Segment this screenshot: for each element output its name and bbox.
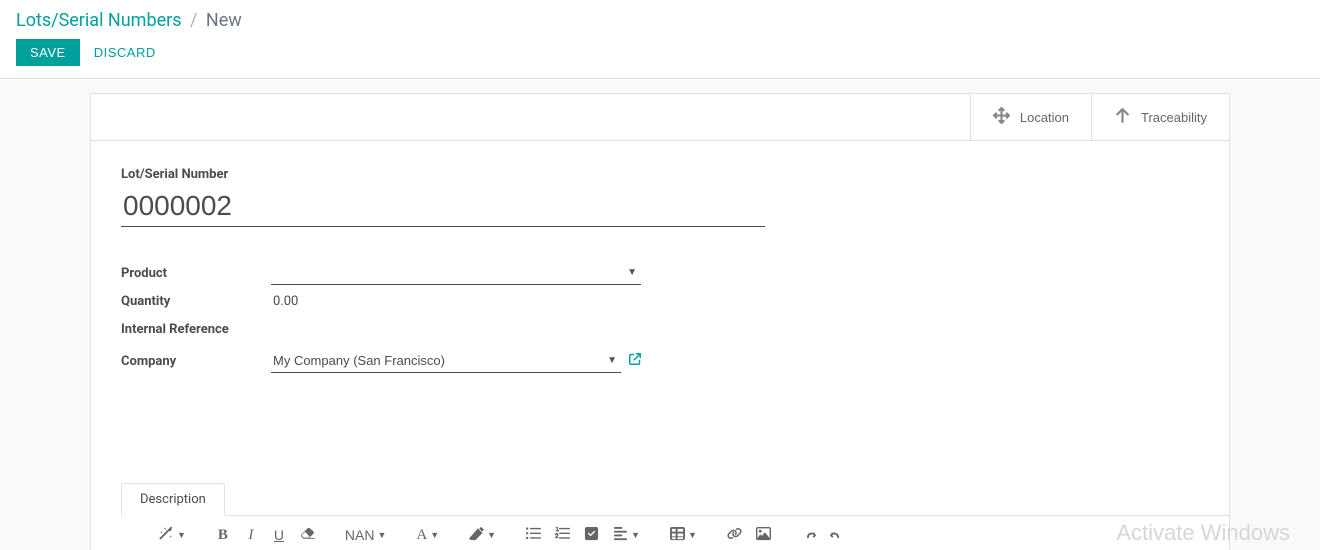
list-ul-icon	[526, 526, 541, 544]
font-a-icon: A	[416, 527, 427, 544]
internal-ref-label: Internal Reference	[121, 322, 271, 337]
tabs: Description ▼ B I U NAN ▼	[91, 483, 1229, 550]
highlight-icon	[469, 526, 484, 544]
link-button[interactable]	[723, 524, 746, 546]
breadcrumb-separator: /	[190, 10, 197, 31]
image-icon	[756, 526, 771, 544]
tab-description[interactable]: Description	[121, 483, 225, 516]
table-icon	[670, 526, 685, 544]
arrow-up-icon	[1114, 107, 1131, 127]
font-color-button[interactable]: A ▼	[412, 525, 443, 546]
unordered-list-button[interactable]	[522, 524, 545, 546]
product-dropdown[interactable]: ▼	[271, 261, 641, 285]
image-button[interactable]	[752, 524, 775, 546]
company-row: Company ▼	[121, 347, 641, 375]
clear-format-button[interactable]	[296, 524, 319, 546]
caret-icon: ▼	[688, 530, 697, 540]
form-body: Lot/Serial Number Product ▼ Quantity 0	[91, 141, 1229, 423]
content-area: Location Traceability Lot/Serial Number …	[0, 79, 1320, 550]
magic-wand-button[interactable]: ▼	[155, 524, 190, 546]
product-input[interactable]	[271, 261, 641, 285]
caret-icon: ▼	[430, 530, 439, 540]
undo-button[interactable]	[797, 524, 820, 546]
save-button[interactable]: SAVE	[16, 39, 80, 66]
check-square-icon	[584, 526, 599, 544]
quantity-row: Quantity 0.00	[121, 287, 641, 315]
caret-icon: ▼	[631, 530, 640, 540]
field-group: Product ▼ Quantity 0.00 Internal	[121, 259, 641, 375]
tab-list: Description	[121, 483, 1229, 516]
magic-wand-icon	[159, 526, 174, 544]
internal-ref-row: Internal Reference	[121, 315, 641, 343]
editor-toolbar: ▼ B I U NAN ▼ A ▼	[121, 516, 1229, 550]
action-bar: SAVE DISCARD	[16, 39, 1304, 66]
highlight-button[interactable]: ▼	[465, 524, 500, 546]
breadcrumb: Lots/Serial Numbers / New	[16, 10, 1304, 31]
quantity-value: 0.00	[271, 290, 300, 313]
discard-button[interactable]: DISCARD	[94, 45, 156, 60]
breadcrumb-root[interactable]: Lots/Serial Numbers	[16, 10, 182, 31]
list-ol-icon	[555, 526, 570, 544]
redo-icon	[830, 526, 845, 544]
quantity-label: Quantity	[121, 294, 271, 309]
company-input[interactable]	[271, 349, 621, 373]
font-size-label: NAN	[345, 527, 375, 543]
stat-buttons: Location Traceability	[91, 94, 1229, 141]
product-label: Product	[121, 266, 271, 281]
traceability-button-label: Traceability	[1141, 110, 1207, 125]
bold-button[interactable]: B	[212, 525, 234, 546]
align-button[interactable]: ▼	[609, 524, 644, 546]
caret-icon: ▼	[177, 530, 186, 540]
form-sheet: Location Traceability Lot/Serial Number …	[90, 93, 1230, 550]
underline-button[interactable]: U	[268, 525, 290, 545]
caret-icon: ▼	[487, 530, 496, 540]
lot-number-input[interactable]	[121, 186, 765, 227]
breadcrumb-current: New	[206, 10, 242, 31]
undo-icon	[801, 526, 816, 544]
checklist-button[interactable]	[580, 524, 603, 546]
link-icon	[727, 526, 742, 544]
ordered-list-button[interactable]	[551, 524, 574, 546]
lot-number-label: Lot/Serial Number	[121, 167, 1199, 182]
location-button[interactable]: Location	[970, 94, 1091, 140]
caret-icon: ▼	[377, 530, 386, 540]
company-dropdown[interactable]: ▼	[271, 349, 621, 373]
eraser-icon	[300, 526, 315, 544]
watermark-text: Activate Windows	[1116, 520, 1290, 546]
table-button[interactable]: ▼	[666, 524, 701, 546]
location-button-label: Location	[1020, 110, 1069, 125]
align-icon	[613, 526, 628, 544]
redo-button[interactable]	[826, 524, 849, 546]
page-header: Lots/Serial Numbers / New SAVE DISCARD	[0, 0, 1320, 79]
font-size-button[interactable]: NAN ▼	[341, 525, 390, 545]
move-icon	[993, 107, 1010, 127]
company-label: Company	[121, 354, 271, 369]
italic-button[interactable]: I	[240, 525, 262, 546]
external-link-button[interactable]	[629, 353, 641, 369]
traceability-button[interactable]: Traceability	[1091, 94, 1229, 140]
product-row: Product ▼	[121, 259, 641, 287]
